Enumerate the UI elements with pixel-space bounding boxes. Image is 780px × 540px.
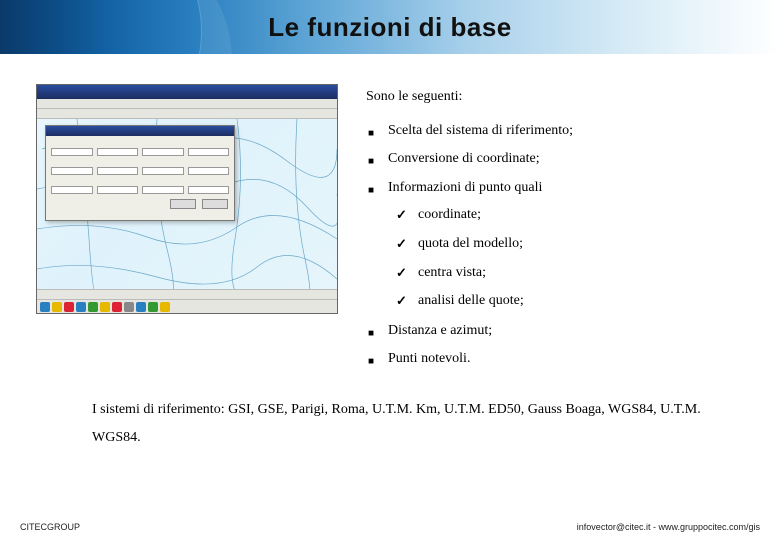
list-item: Conversione di coordinate; <box>388 145 744 174</box>
list-item-label: Informazioni di punto quali <box>388 180 542 195</box>
sub-list-item: centra vista; <box>418 259 744 288</box>
footer: CITECGROUP infovector@citec.it - www.gru… <box>0 522 780 532</box>
list-item: Informazioni di punto quali coordinate; … <box>388 174 744 317</box>
sub-list-item: quota del modello; <box>418 230 744 259</box>
content-area: Sono le seguenti: Scelta del sistema di … <box>0 54 780 384</box>
function-list: Sono le seguenti: Scelta del sistema di … <box>366 84 744 374</box>
intro-text: Sono le seguenti: <box>366 84 744 111</box>
sub-list-item: analisi delle quote; <box>418 287 744 316</box>
sub-list-item: coordinate; <box>418 201 744 230</box>
page-title: Le funzioni di base <box>268 12 512 43</box>
footer-left: CITECGROUP <box>20 522 80 532</box>
list-item: Punti notevoli. <box>388 345 744 374</box>
dialog-window <box>45 125 235 221</box>
note-text: I sistemi di riferimento: GSI, GSE, Pari… <box>0 384 780 452</box>
title-bar: Le funzioni di base <box>0 0 780 54</box>
footer-right: infovector@citec.it - www.gruppocitec.co… <box>577 522 760 532</box>
screenshot-thumbnail <box>36 84 338 314</box>
list-item: Scelta del sistema di riferimento; <box>388 117 744 146</box>
list-item: Distanza e azimut; <box>388 317 744 346</box>
